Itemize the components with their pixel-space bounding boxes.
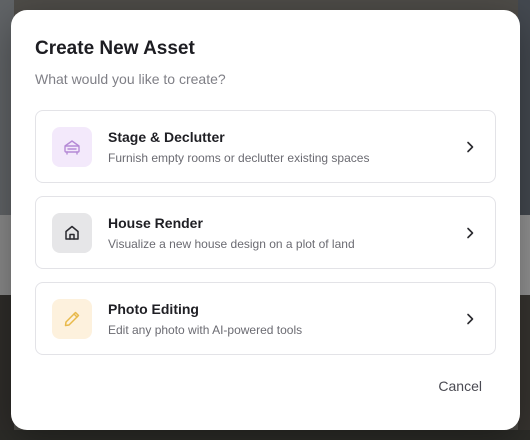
sofa-icon: [52, 126, 92, 167]
dialog-title: Create New Asset: [35, 38, 195, 59]
house-icon: [52, 212, 92, 253]
option-house-render[interactable]: House Render Visualize a new house desig…: [35, 196, 496, 269]
chevron-right-icon: [463, 312, 477, 326]
dialog-footer: Cancel: [438, 377, 482, 396]
option-text: Stage & Declutter Furnish empty rooms or…: [108, 128, 369, 166]
option-description: Edit any photo with AI-powered tools: [108, 322, 303, 337]
option-photo-editing[interactable]: Photo Editing Edit any photo with AI-pow…: [35, 282, 496, 355]
option-text: Photo Editing Edit any photo with AI-pow…: [108, 300, 302, 338]
option-description: Visualize a new house design on a plot o…: [108, 236, 355, 251]
create-asset-dialog: Create New Asset What would you like to …: [11, 10, 520, 430]
option-stage-declutter[interactable]: Stage & Declutter Furnish empty rooms or…: [35, 110, 496, 183]
dialog-subtitle: What would you like to create?: [35, 71, 226, 87]
chevron-right-icon: [463, 226, 477, 240]
asset-options-list: Stage & Declutter Furnish empty rooms or…: [35, 110, 496, 355]
option-title: House Render: [108, 214, 203, 231]
option-description: Furnish empty rooms or declutter existin…: [108, 150, 370, 165]
option-title: Photo Editing: [108, 300, 199, 317]
chevron-right-icon: [463, 140, 477, 154]
cancel-button[interactable]: Cancel: [438, 377, 482, 395]
option-title: Stage & Declutter: [108, 128, 225, 145]
pencil-icon: [52, 298, 92, 339]
option-text: House Render Visualize a new house desig…: [108, 214, 355, 252]
